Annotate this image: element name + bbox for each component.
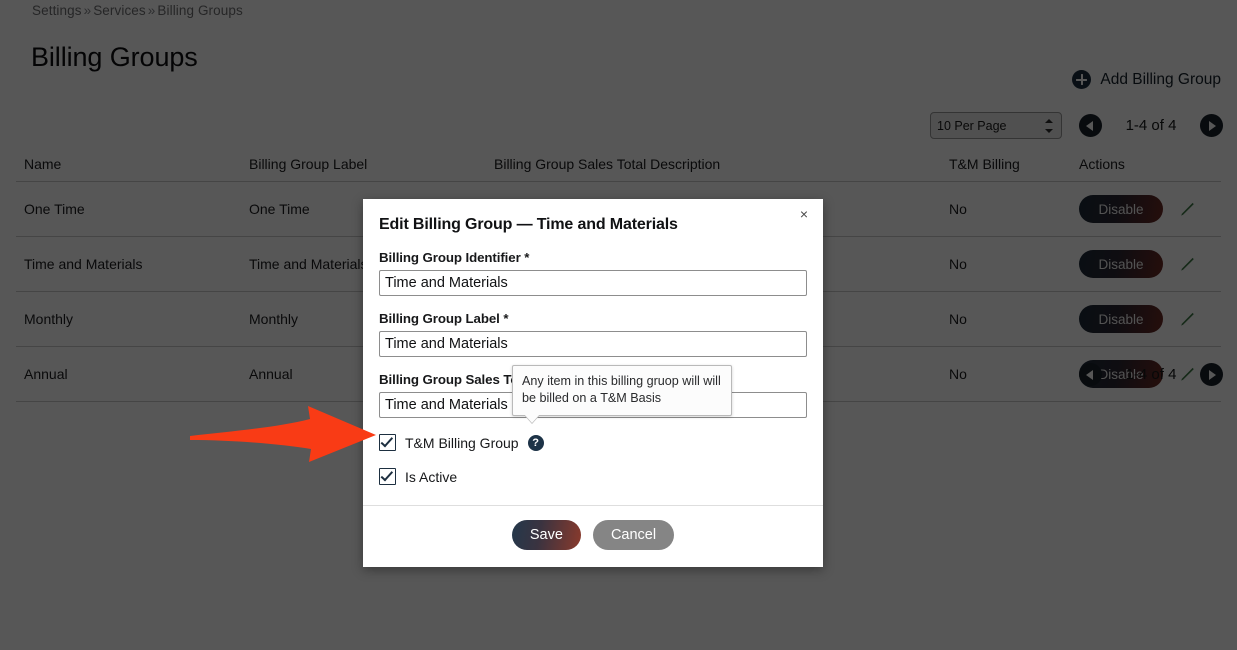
billing-group-label-input[interactable] <box>379 331 807 357</box>
label-billing-group-identifier: Billing Group Identifier * <box>379 250 807 265</box>
modal-title: Edit Billing Group — Time and Materials <box>379 216 807 234</box>
close-icon[interactable]: × <box>796 205 812 223</box>
modal-footer: Save Cancel <box>363 505 823 567</box>
question-mark-icon[interactable]: ? <box>528 435 544 451</box>
is-active-checkbox[interactable] <box>379 468 396 485</box>
is-active-row: Is Active <box>379 468 807 485</box>
modal-body: Edit Billing Group — Time and Materials … <box>363 199 823 485</box>
tm-billing-group-label: T&M Billing Group <box>405 435 519 451</box>
tooltip-arrow-inner <box>524 414 540 423</box>
label-billing-group-label: Billing Group Label * <box>379 311 807 326</box>
billing-group-identifier-input[interactable] <box>379 270 807 296</box>
tm-billing-group-row: T&M Billing Group ? <box>379 434 807 451</box>
tm-billing-tooltip: Any item in this billing gruop will will… <box>512 365 732 416</box>
tm-billing-group-checkbox[interactable] <box>379 434 396 451</box>
is-active-label: Is Active <box>405 469 457 485</box>
cancel-button[interactable]: Cancel <box>593 520 674 550</box>
tooltip-text: Any item in this billing gruop will will… <box>522 374 721 405</box>
save-button[interactable]: Save <box>512 520 581 550</box>
